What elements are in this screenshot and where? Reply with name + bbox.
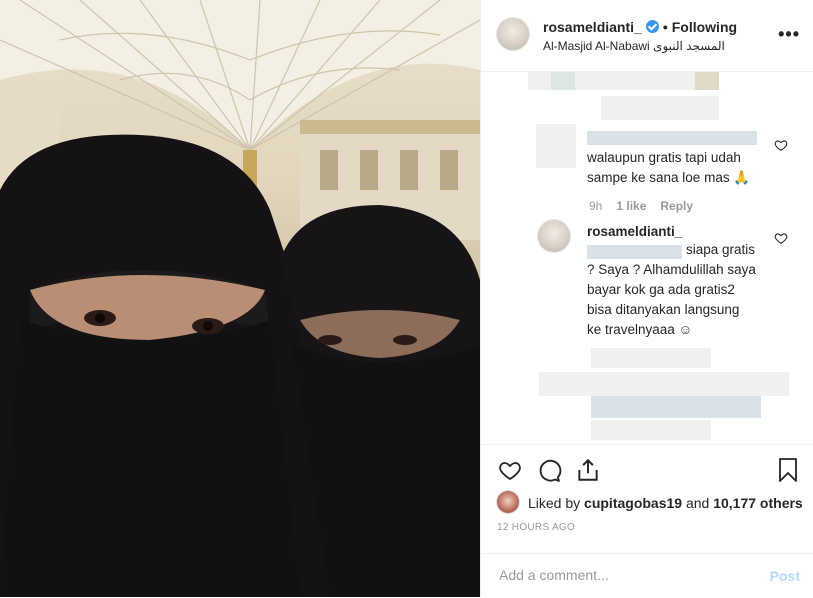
comment-box: Post [481, 553, 813, 598]
like-heart-icon[interactable] [497, 458, 523, 482]
reply-like-heart-icon[interactable] [774, 231, 788, 245]
redacted-block [591, 420, 711, 440]
username-line: rosameldianti_ • Following [543, 19, 737, 35]
post-timestamp[interactable]: 12 HOURS AGO [497, 522, 575, 533]
comment-likes[interactable]: 1 like [616, 199, 646, 213]
post-footer: Liked by cupitagobas19 and 10,177 others… [481, 444, 813, 597]
likes-summary: Liked by cupitagobas19 and 10,177 others [528, 495, 803, 511]
separator-dot: • [662, 19, 668, 35]
comment-text: walaupun gratis tapi udah sampe ke sana … [587, 150, 751, 185]
liker-username[interactable]: cupitagobas19 [584, 495, 682, 511]
share-icon[interactable] [575, 457, 601, 483]
likes-others-link[interactable]: 10,177 others [713, 495, 803, 511]
post-header: rosameldianti_ • Following Al-Masjid Al-Na… [481, 0, 813, 72]
redacted-username [587, 131, 757, 145]
photo-illustration [0, 0, 480, 597]
avatar[interactable] [497, 18, 529, 50]
liker-avatar[interactable] [497, 491, 519, 513]
comment-icon[interactable] [536, 458, 562, 483]
redacted-avatar [536, 124, 576, 168]
redacted-block [695, 72, 719, 90]
redacted-block [591, 348, 711, 368]
liked-by-label: Liked by [528, 495, 581, 511]
reply-username[interactable]: rosameldianti_ [587, 222, 682, 242]
reply-button[interactable]: Reply [660, 199, 693, 213]
bookmark-icon[interactable] [776, 457, 800, 483]
likes-joiner: and [685, 495, 710, 511]
redacted-block [539, 372, 789, 396]
post-panel: rosameldianti_ • Following Al-Masjid Al-Na… [480, 0, 813, 597]
username-link[interactable]: rosameldianti_ [543, 19, 642, 35]
following-button[interactable]: Following [672, 19, 737, 35]
redacted-block [601, 96, 719, 120]
post-photo[interactable] [0, 0, 480, 597]
reply-text: siapa gratis ? Saya ? Alhamdulillah saya… [587, 242, 756, 337]
post-button[interactable]: Post [770, 568, 800, 584]
comments-list[interactable]: walaupun gratis tapi udah sampe ke sana … [481, 72, 813, 444]
reply-avatar[interactable] [538, 220, 570, 252]
comment-time[interactable]: 9h [589, 199, 602, 213]
comment-like-heart-icon[interactable] [774, 138, 788, 152]
redacted-block [591, 396, 761, 418]
location-link[interactable]: Al-Masjid Al-Nabawi المسجد النبوى [543, 39, 725, 53]
verified-badge-icon [645, 20, 659, 33]
comment-meta: 9h 1 like Reply [589, 199, 707, 213]
more-options-icon[interactable]: ••• [778, 24, 800, 45]
redacted-block [551, 72, 575, 90]
add-comment-input[interactable] [497, 566, 751, 584]
